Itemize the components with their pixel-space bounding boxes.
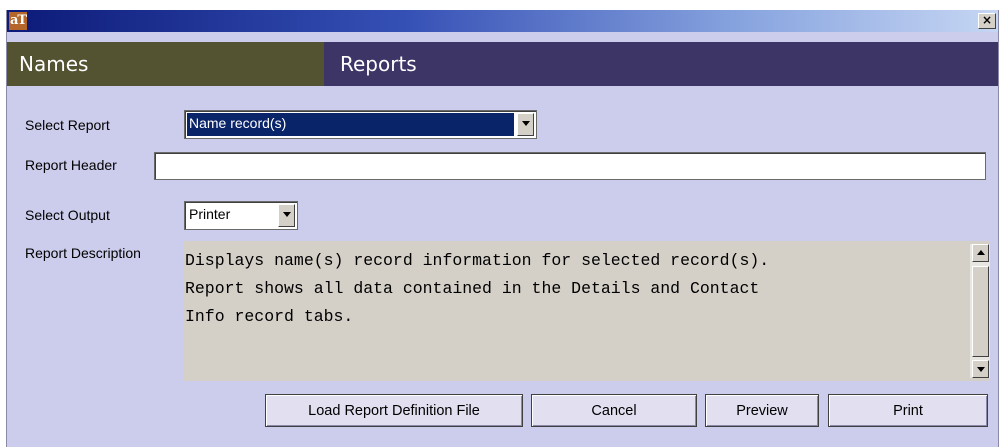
chevron-down-icon bbox=[522, 121, 530, 126]
select-output-dropdown[interactable]: Printer bbox=[184, 201, 298, 230]
select-report-value: Name record(s) bbox=[187, 113, 514, 136]
chevron-down-icon bbox=[283, 212, 291, 217]
cancel-button[interactable]: Cancel bbox=[531, 394, 697, 427]
select-report-dropdown[interactable]: Name record(s) bbox=[184, 110, 537, 139]
select-output-value: Printer bbox=[189, 206, 231, 222]
select-report-label: Select Report bbox=[25, 117, 110, 133]
title-bar: aT × bbox=[7, 10, 998, 32]
report-header-input[interactable] bbox=[154, 152, 986, 180]
report-description-label: Report Description bbox=[25, 245, 141, 261]
section-header: Names Reports bbox=[7, 42, 998, 86]
scroll-up-button[interactable] bbox=[972, 244, 989, 262]
preview-button[interactable]: Preview bbox=[705, 394, 819, 427]
header-names-panel: Names bbox=[7, 42, 324, 86]
select-output-arrow-button[interactable] bbox=[278, 204, 295, 227]
close-icon: × bbox=[981, 13, 993, 27]
report-header-label: Report Header bbox=[25, 157, 117, 173]
load-report-definition-button[interactable]: Load Report Definition File bbox=[265, 394, 523, 427]
header-reports-title: Reports bbox=[340, 52, 417, 76]
scroll-down-button[interactable] bbox=[972, 360, 989, 378]
report-dialog: aT × Names Reports Select Report Name re… bbox=[6, 10, 999, 447]
arrow-up-icon bbox=[977, 250, 985, 255]
report-description-text: Displays name(s) record information for … bbox=[185, 251, 770, 326]
close-button[interactable]: × bbox=[978, 13, 996, 29]
select-output-label: Select Output bbox=[25, 207, 110, 223]
select-report-arrow-button[interactable] bbox=[517, 113, 534, 136]
print-button[interactable]: Print bbox=[828, 394, 988, 427]
report-description-textarea[interactable]: Displays name(s) record information for … bbox=[183, 241, 990, 381]
arrow-down-icon bbox=[977, 367, 985, 372]
description-scrollbar[interactable] bbox=[970, 244, 990, 378]
app-logo: aT bbox=[9, 12, 27, 30]
scroll-thumb[interactable] bbox=[972, 266, 989, 357]
header-names-title: Names bbox=[19, 52, 89, 76]
